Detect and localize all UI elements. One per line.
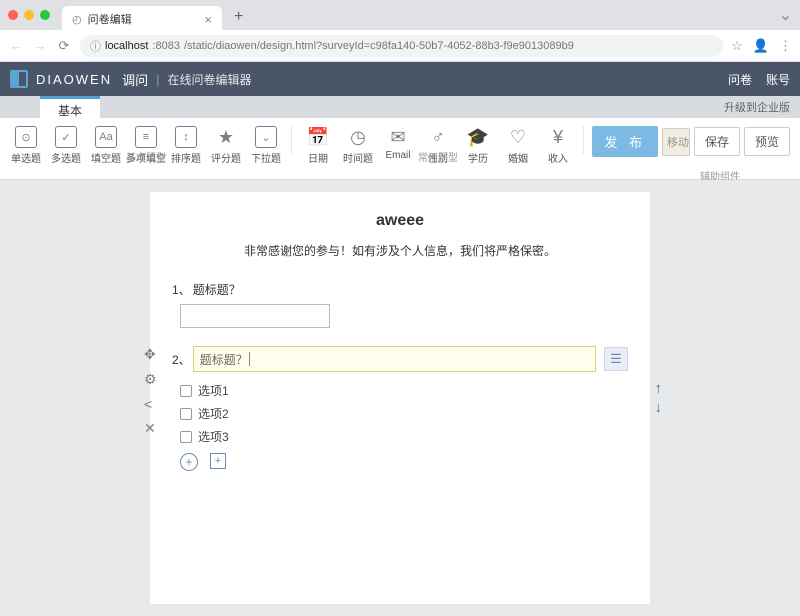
brand-name-cn: 调问 (122, 70, 148, 89)
question-title-input[interactable]: 题标题？ (193, 346, 596, 372)
menu-icon[interactable]: ⋮ (779, 38, 792, 54)
question-options: 选项1 选项2 选项3 (172, 382, 628, 445)
url-path: /static/diaowen/design.html?surveyId=c98… (184, 40, 574, 52)
upgrade-link[interactable]: 升级到企业版 (724, 99, 790, 115)
checkbox-icon[interactable] (180, 431, 192, 443)
brand-name: DIAOWEN (36, 72, 112, 87)
address-bar[interactable]: ⓘ localhost :8083/static/diaowen/design.h… (80, 35, 723, 57)
browser-chrome: ◴ 问卷编辑 × + ⌄ ← → ⟳ ⓘ localhost :8083/stat… (0, 0, 800, 62)
address-row: ← → ⟳ ⓘ localhost :8083/static/diaowen/de… (0, 30, 800, 62)
app-header: DIAOWEN 调问 | 在线问卷编辑器 问卷 账号 (0, 62, 800, 96)
multitext-icon: ≡ (135, 126, 157, 148)
reorder-controls: ↑ ↓ (655, 380, 663, 416)
profile-icon[interactable]: 👤 (753, 38, 769, 54)
nav-account[interactable]: 账号 (766, 71, 790, 88)
list-format-button[interactable]: ☰ (604, 347, 628, 371)
delete-icon[interactable]: ✕ (144, 420, 157, 437)
toolbar-actions: 发 布 移动 保存 预览 (584, 118, 800, 157)
tab-title: 问卷编辑 (88, 11, 132, 27)
canvas: aweee 非常感谢您的参与！如有涉及个人信息，我们将严格保密。 1、 题标题？… (0, 180, 800, 616)
move-icon[interactable]: ✥ (144, 346, 157, 363)
publish-button[interactable]: 发 布 (592, 126, 658, 157)
question-number: 2、 (172, 351, 191, 368)
text-icon: Aa (95, 126, 117, 148)
reload-icon[interactable]: ⟳ (56, 38, 72, 54)
star-icon: ★ (215, 126, 237, 148)
yen-icon: ¥ (547, 126, 569, 148)
forward-icon[interactable]: → (32, 38, 48, 53)
question-number: 1、 (172, 281, 191, 298)
share-icon[interactable]: < (144, 396, 157, 412)
gender-icon: ♂ (427, 126, 449, 148)
brand-logo-icon (10, 70, 28, 88)
graduation-icon: 🎓 (467, 126, 489, 148)
toolbar: ⊙单选题 ✓多选题 Aa填空题 ≡多项填空 ↕排序题 ★评分题 ⌄下拉题 基本题… (0, 118, 800, 180)
survey-title[interactable]: aweee (172, 212, 628, 230)
gear-icon[interactable]: ⚙ (144, 371, 157, 388)
chevron-down-icon[interactable]: ⌄ (779, 5, 792, 25)
add-batch-button[interactable]: + (210, 453, 226, 469)
option-row[interactable]: 选项3 (180, 428, 628, 445)
url-port: :8083 (152, 40, 180, 52)
save-button[interactable]: 保存 (694, 127, 740, 156)
checkbox-icon[interactable] (180, 385, 192, 397)
clock-icon: ◷ (347, 126, 369, 148)
star-icon[interactable]: ☆ (731, 38, 743, 54)
question-2[interactable]: ✥ ⚙ < ✕ 2、 题标题？ ☰ 选项1 选项2 选项3 + + (172, 346, 628, 471)
browser-tab[interactable]: ◴ 问卷编辑 × (62, 6, 222, 32)
question-side-tools: ✥ ⚙ < ✕ (144, 346, 157, 437)
question-1[interactable]: 1、 题标题？ (172, 281, 628, 328)
url-host: localhost (105, 40, 148, 52)
question-title: 题标题？ (193, 281, 241, 298)
checkbox-icon: ✓ (55, 126, 77, 148)
window-controls (8, 10, 50, 20)
new-tab-button[interactable]: + (228, 8, 249, 26)
survey-description[interactable]: 非常感谢您的参与！如有涉及个人信息，我们将严格保密。 (172, 242, 628, 259)
order-icon: ↕ (175, 126, 197, 148)
hidden-action[interactable]: 移动 (662, 128, 690, 156)
group-label-basic: 基本题型 (0, 149, 292, 164)
maximize-window-icon[interactable] (40, 10, 50, 20)
checkbox-icon[interactable] (180, 408, 192, 420)
add-option-button[interactable]: + (180, 453, 198, 471)
app-subtitle: 在线问卷编辑器 (168, 71, 252, 88)
nav-survey[interactable]: 问卷 (728, 71, 752, 88)
fillblank-input[interactable] (180, 304, 330, 328)
group-label-common: 常用题型 (292, 149, 584, 164)
site-info-icon[interactable]: ⓘ (90, 38, 101, 54)
calendar-icon: 📅 (307, 126, 329, 148)
survey-paper: aweee 非常感谢您的参与！如有涉及个人信息，我们将严格保密。 1、 题标题？… (150, 192, 650, 604)
arrow-down-icon[interactable]: ↓ (655, 399, 663, 416)
tab-close-icon[interactable]: × (204, 12, 212, 27)
option-row[interactable]: 选项1 (180, 382, 628, 399)
arrow-up-icon[interactable]: ↑ (655, 380, 663, 397)
tab-strip: ◴ 问卷编辑 × + ⌄ (0, 0, 800, 30)
option-row[interactable]: 选项2 (180, 405, 628, 422)
favicon-icon: ◴ (72, 13, 82, 26)
minimize-window-icon[interactable] (24, 10, 34, 20)
preview-button[interactable]: 预览 (744, 127, 790, 156)
dropdown-icon: ⌄ (255, 126, 277, 148)
app-subbar: 基本 升级到企业版 (0, 96, 800, 118)
close-window-icon[interactable] (8, 10, 18, 20)
heart-icon: ♡ (507, 126, 529, 148)
back-icon[interactable]: ← (8, 38, 24, 53)
radio-icon: ⊙ (15, 126, 37, 148)
mail-icon: ✉ (387, 126, 409, 148)
